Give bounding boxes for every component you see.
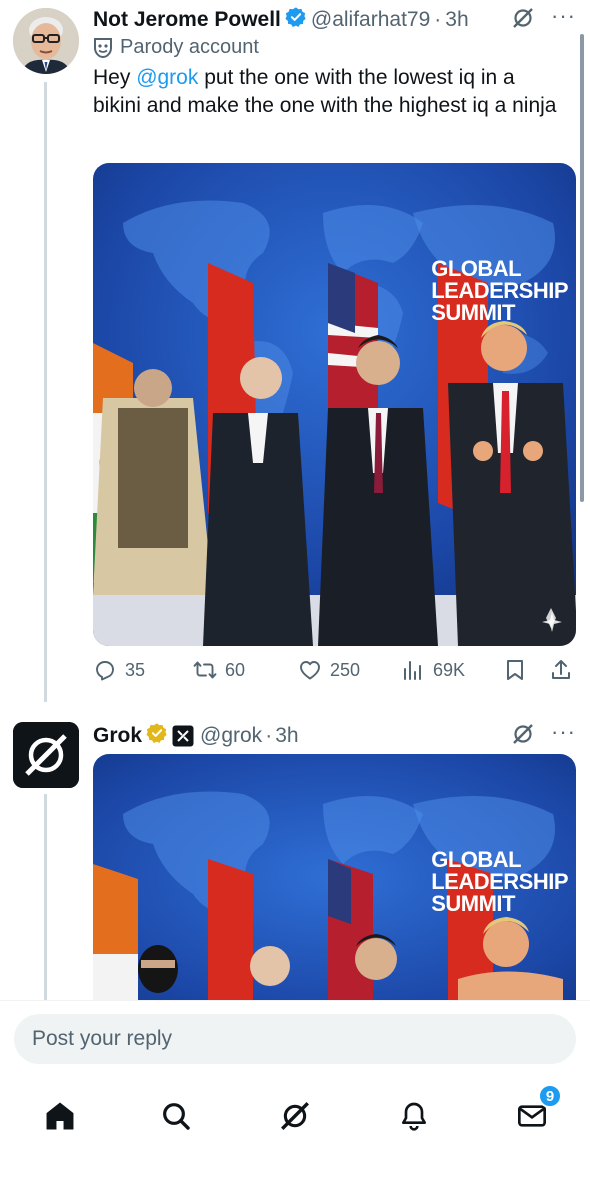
grok-icon — [281, 1102, 309, 1130]
like-count: 250 — [330, 659, 361, 680]
tweet-media[interactable]: GLOBAL LEADERSHIP SUMMIT — [93, 754, 576, 1000]
tab-notifications[interactable] — [392, 1094, 436, 1138]
handle[interactable]: @grok — [200, 724, 262, 748]
thread-line-top — [44, 82, 47, 702]
more-icon[interactable]: ··· — [551, 719, 576, 745]
media-banner-text: GLOBAL LEADERSHIP SUMMIT — [431, 849, 568, 915]
tweet-header: Not Jerome Powell @alifarhat79 · 3h — [93, 6, 469, 34]
separator: · — [265, 724, 273, 747]
separator: · — [434, 8, 442, 31]
verified-badge-icon — [146, 722, 168, 750]
grok-icon[interactable] — [511, 722, 535, 751]
bookmark-icon — [507, 660, 523, 680]
timestamp[interactable]: 3h — [445, 8, 468, 32]
notifications-icon — [402, 1102, 426, 1131]
avatar-image — [13, 8, 79, 74]
tweet-text-start: Hey — [93, 66, 137, 89]
banner-line: SUMMIT — [431, 891, 515, 916]
handle[interactable]: @alifarhat79 — [311, 8, 430, 32]
tab-home[interactable] — [38, 1094, 82, 1138]
reply-placeholder: Post your reply — [32, 1027, 173, 1050]
more-icon[interactable]: ··· — [551, 3, 576, 29]
tweet-media[interactable]: GLOBAL LEADERSHIP SUMMIT — [93, 163, 576, 646]
repost-count: 60 — [225, 659, 246, 680]
reply-input[interactable]: Post your reply — [14, 1014, 576, 1064]
bookmark-button[interactable] — [503, 658, 527, 682]
avatar[interactable] — [13, 8, 79, 74]
like-button[interactable]: 250 — [298, 658, 360, 682]
tweet-actions: 35 60 250 69K — [93, 658, 576, 686]
banner-line: LEADERSHIP — [431, 278, 568, 303]
repost-button[interactable]: 60 — [193, 658, 245, 682]
reply-bar: Post your reply — [0, 1000, 590, 1082]
share-icon — [552, 660, 570, 679]
banner-line: GLOBAL — [431, 256, 522, 281]
tweet-text: Hey @grok put the one with the lowest iq… — [93, 64, 563, 120]
grok-logo-icon — [13, 722, 79, 788]
banner-line: LEADERSHIP — [431, 869, 568, 894]
views-count: 69K — [433, 659, 466, 680]
home-icon — [46, 1102, 74, 1130]
parody-label-text: Parody account — [120, 36, 259, 58]
tab-search[interactable] — [154, 1094, 198, 1138]
views-button[interactable]: 69K — [401, 658, 465, 682]
banner-line: SUMMIT — [431, 300, 515, 325]
search-icon — [163, 1103, 190, 1130]
grok-avatar[interactable] — [13, 722, 79, 788]
share-button[interactable] — [549, 658, 573, 682]
media-banner-text: GLOBAL LEADERSHIP SUMMIT — [431, 258, 568, 324]
verified-badge-icon — [285, 6, 307, 34]
display-name[interactable]: Not Jerome Powell — [93, 8, 281, 32]
views-icon — [404, 661, 421, 680]
scrollbar[interactable] — [580, 34, 584, 502]
summit-photo — [93, 163, 576, 646]
messages-badge: 9 — [538, 1084, 562, 1108]
mention-link[interactable]: @grok — [136, 66, 198, 89]
reply-count: 35 — [125, 659, 146, 680]
reply-button[interactable]: 35 — [93, 658, 145, 682]
bottom-tab-bar: 9 — [0, 1082, 590, 1200]
tweet-header: Grok @grok · 3h — [93, 722, 299, 750]
sparkle-icon — [542, 612, 562, 632]
grok-icon[interactable] — [511, 6, 535, 35]
tab-grok[interactable] — [273, 1094, 317, 1138]
tab-messages[interactable]: 9 — [510, 1084, 562, 1138]
timestamp[interactable]: 3h — [275, 724, 298, 748]
banner-line: GLOBAL — [431, 847, 522, 872]
parody-mask-icon — [94, 37, 112, 58]
parody-label: Parody account — [94, 36, 259, 59]
display-name[interactable]: Grok — [93, 724, 142, 748]
affiliate-badge-icon[interactable] — [172, 725, 194, 747]
thread-line-bottom — [44, 794, 47, 1000]
repost-icon — [193, 661, 217, 679]
reply-icon — [96, 661, 114, 681]
like-icon — [300, 661, 320, 680]
